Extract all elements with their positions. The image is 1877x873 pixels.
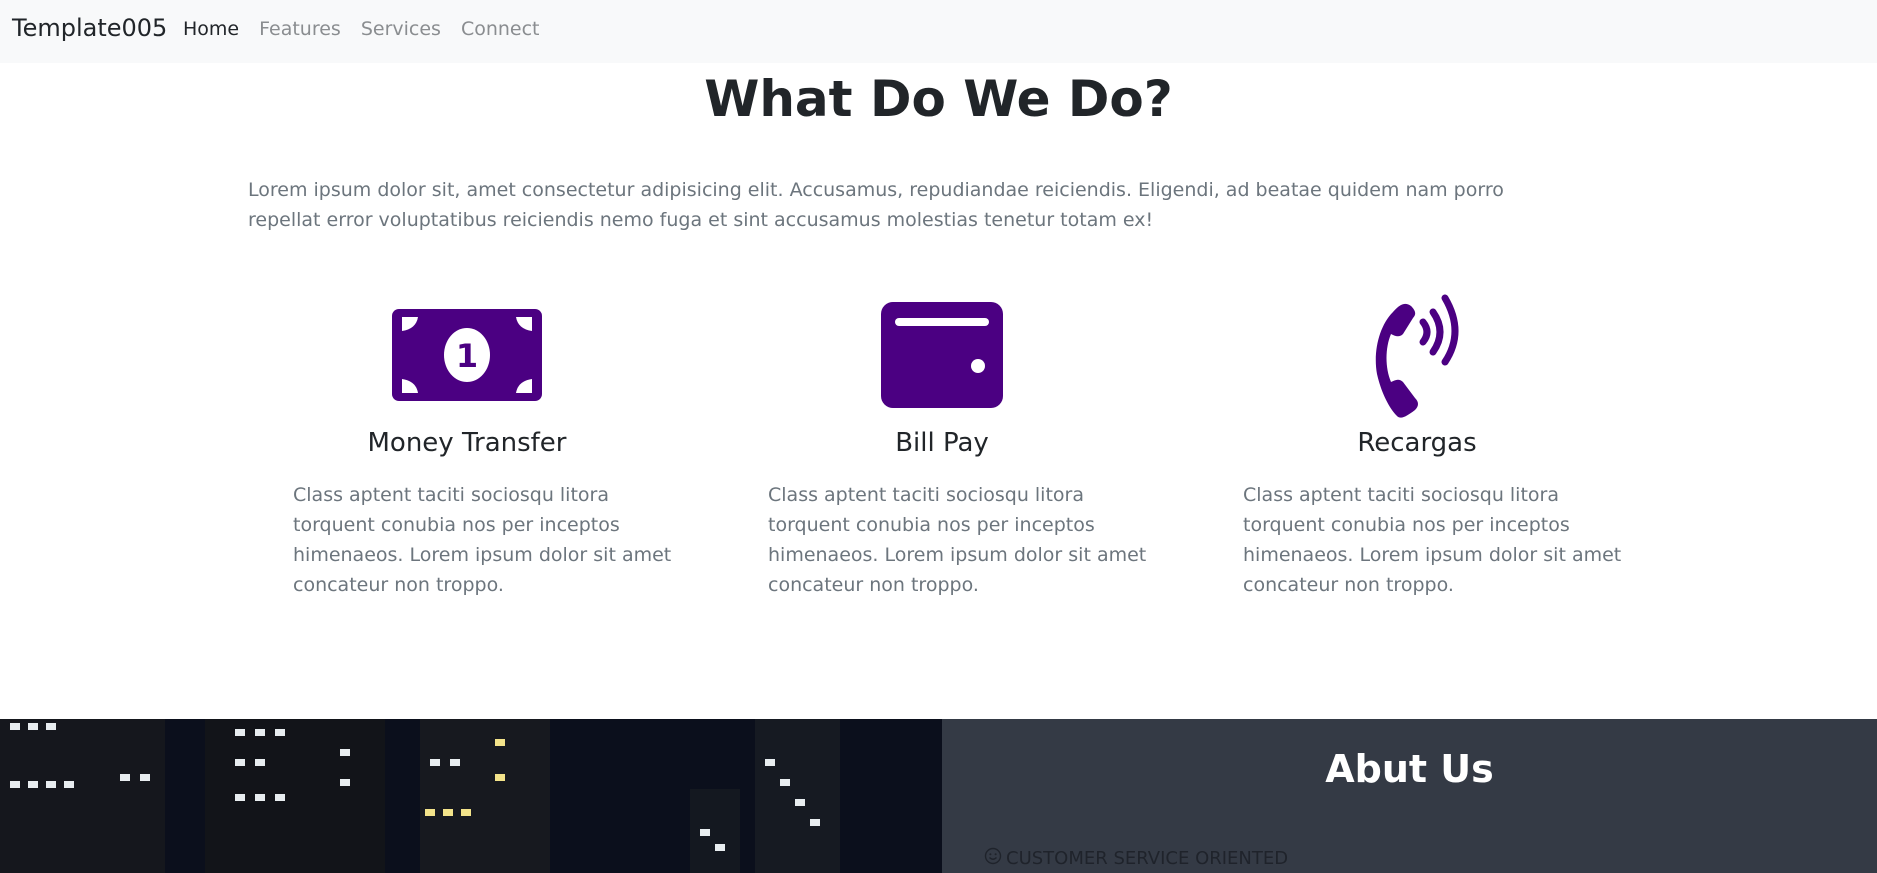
nav-link-home[interactable]: Home <box>183 18 239 40</box>
svg-text:1: 1 <box>456 337 478 375</box>
navbar: Template005 Home Features Services Conne… <box>0 0 1877 63</box>
nav-link-connect[interactable]: Connect <box>461 18 540 40</box>
feature-bill-pay: Bill Pay Class aptent taciti sociosqu li… <box>742 290 1146 600</box>
about-point-label: CUSTOMER SERVICE ORIENTED <box>1006 848 1289 869</box>
nav-links: Home Features Services Connect <box>183 18 560 40</box>
section-title: What Do We Do? <box>704 70 1173 128</box>
feature-money-transfer: 1 Money Transfer Class aptent taciti soc… <box>267 290 671 600</box>
smile-icon <box>984 847 1002 870</box>
money-bill-icon: 1 <box>267 290 667 420</box>
phone-volume-icon <box>1217 290 1617 420</box>
feature-title: Money Transfer <box>367 428 567 458</box>
feature-title: Bill Pay <box>895 428 989 458</box>
wallet-icon <box>742 290 1142 420</box>
feature-text: Class aptent taciti sociosqu litora torq… <box>768 484 1147 596</box>
city-night-image <box>0 719 942 873</box>
nav-link-features[interactable]: Features <box>259 18 341 40</box>
nav-link-services[interactable]: Services <box>361 18 441 40</box>
about-title: Abut Us <box>1325 747 1494 791</box>
feature-text: Class aptent taciti sociosqu litora torq… <box>293 484 672 596</box>
section-intro: Lorem ipsum dolor sit, amet consectetur … <box>248 179 1504 231</box>
about-point: CUSTOMER SERVICE ORIENTED <box>984 847 1288 870</box>
feature-title: Recargas <box>1357 428 1477 458</box>
brand-link[interactable]: Template005 <box>12 14 167 42</box>
feature-recargas: Recargas Class aptent taciti sociosqu li… <box>1217 290 1621 600</box>
feature-text: Class aptent taciti sociosqu litora torq… <box>1243 484 1622 596</box>
about-section: Abut Us CUSTOMER SERVICE ORIENTED <box>942 719 1877 873</box>
